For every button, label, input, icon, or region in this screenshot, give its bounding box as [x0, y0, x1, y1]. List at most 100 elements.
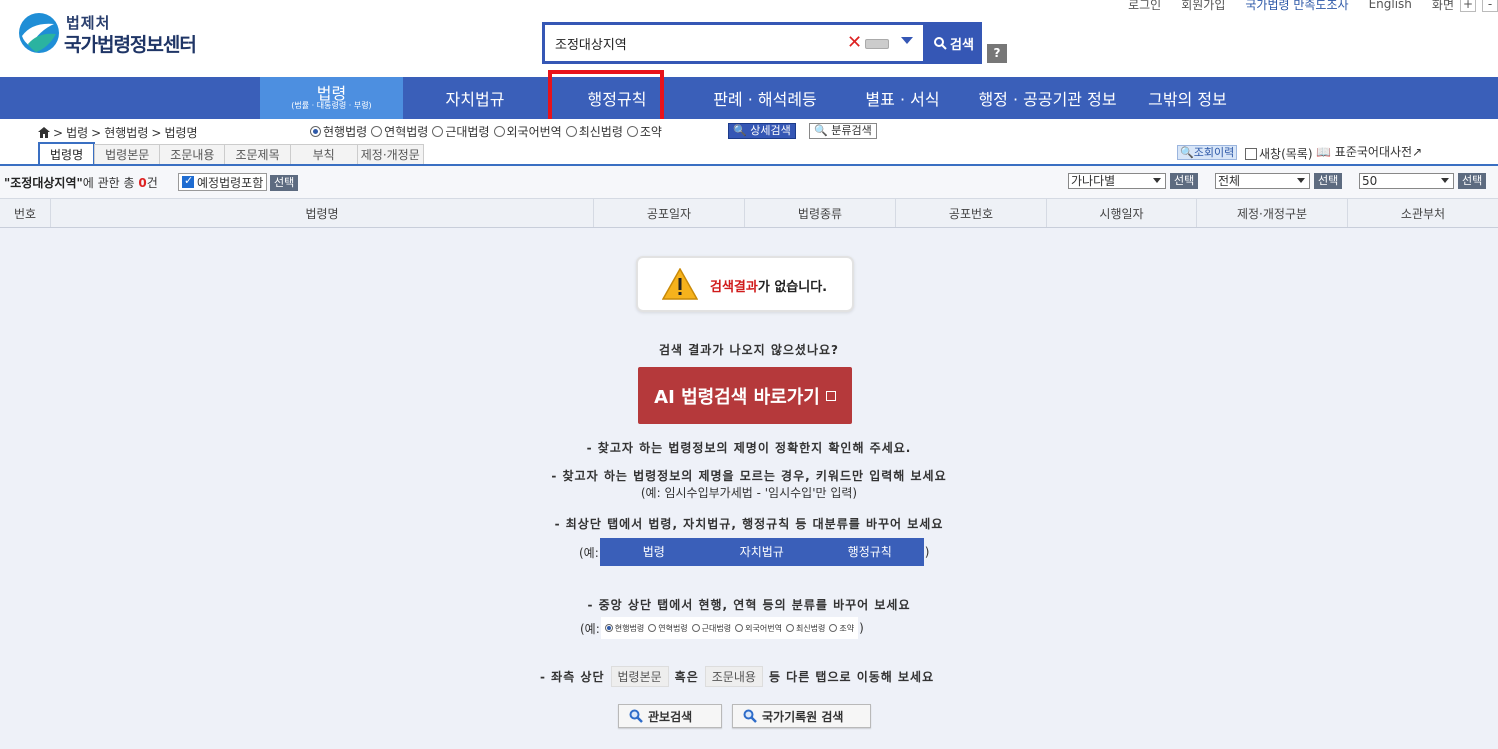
breadcrumb-item[interactable]: 법령: [66, 124, 88, 141]
header: 법제처 국가법령정보센터 로그인 회원가입 국가법령 만족도조사 English…: [0, 0, 1498, 77]
example-open: (예:: [580, 621, 600, 636]
login-link[interactable]: 로그인: [1128, 0, 1161, 13]
scope-select-button[interactable]: 선택: [1314, 173, 1343, 189]
result-bar: "조정대상지역"에 관한 총 0건 예정법령포함 선택 가나다별 선택 전체 선…: [0, 166, 1498, 198]
radio-label: 현행법령: [614, 623, 645, 633]
example-radio: 연혁법령: [648, 623, 688, 634]
signup-link[interactable]: 회원가입: [1181, 0, 1225, 13]
example-radio: 조약: [829, 623, 854, 634]
screen-label: 화면: [1431, 0, 1454, 12]
keyboard-icon[interactable]: [865, 39, 889, 49]
logo-mark-icon: [19, 13, 59, 53]
tip-4-example: (예: 현행법령 연혁법령 근대법령 외국어번역 최신법령 조약 ): [580, 617, 864, 639]
tab-law-body[interactable]: 법령본문: [94, 144, 161, 164]
col-header[interactable]: 시행일자: [1047, 199, 1197, 227]
help-button[interactable]: ?: [987, 44, 1007, 63]
empty-result-content: 검색결과가 없습니다. 검색 결과가 나오지 않으셨나요? AI 법령검색 바로…: [0, 229, 1498, 749]
nav-item-precedents[interactable]: 판례 · 해석례등: [690, 77, 840, 119]
col-header[interactable]: 공포번호: [896, 199, 1047, 227]
tab-enactment[interactable]: 제정·개정문: [356, 144, 424, 164]
zoom-in-button[interactable]: +: [1460, 0, 1476, 12]
history-label: 조회이력: [1193, 146, 1235, 159]
radio-modern[interactable]: 근대법령: [432, 123, 490, 140]
ai-search-label: AI 법령검색 바로가기: [654, 386, 820, 408]
radio-dot: [691, 624, 700, 632]
nav-item-other-info[interactable]: 그밖의 정보: [1135, 77, 1240, 119]
new-window-checkbox[interactable]: 새창(목록): [1245, 145, 1313, 162]
include-select-button[interactable]: 선택: [270, 175, 299, 191]
tab-addenda[interactable]: 부칙: [289, 144, 358, 164]
breadcrumb-item[interactable]: 현행법령: [104, 124, 148, 141]
detail-search-label: 상세검색: [750, 124, 791, 137]
survey-link[interactable]: 국가법령 만족도조사: [1245, 0, 1348, 13]
col-header[interactable]: 법령종류: [745, 199, 896, 227]
breadcrumb-sep: >: [151, 125, 162, 140]
zoom-out-button[interactable]: -: [1482, 0, 1498, 12]
col-header[interactable]: 공포일자: [594, 199, 745, 227]
radio-label: 현행법령: [323, 125, 368, 139]
tab-article-content[interactable]: 조문내용: [159, 144, 226, 164]
nav-item-forms[interactable]: 별표 · 서식: [850, 77, 955, 119]
radio-dot: [785, 624, 794, 632]
col-header[interactable]: 번호: [0, 199, 51, 227]
archive-search-button[interactable]: 국가기록원 검색: [732, 704, 871, 728]
radio-treaty[interactable]: 조약: [626, 123, 662, 140]
radio-current[interactable]: 현행법령: [310, 123, 367, 140]
radio-dot: [371, 126, 383, 137]
include-planned-checkbox[interactable]: 예정법령포함: [178, 173, 268, 191]
scope-select[interactable]: 전체: [1215, 173, 1310, 189]
radio-latest[interactable]: 최신법령: [565, 123, 623, 140]
tip-5-text: 혹은: [674, 670, 699, 684]
no-result-rest: 가 없습니다.: [757, 280, 828, 295]
tip-5-text: - 좌측 상단: [540, 670, 605, 684]
class-search-button[interactable]: 🔍 분류검색: [809, 123, 877, 139]
no-result-highlight: 검색결과: [710, 280, 758, 295]
home-icon[interactable]: [38, 127, 50, 138]
logo[interactable]: 법제처 국가법령정보센터: [18, 12, 208, 56]
nav-item-laws[interactable]: 법령 (법률 · 대통령령 · 부령): [260, 77, 403, 119]
ai-search-button[interactable]: AI 법령검색 바로가기: [638, 367, 852, 424]
col-header[interactable]: 제정·개정구분: [1197, 199, 1348, 227]
result-count: 0: [138, 176, 147, 190]
nav-item-local-laws[interactable]: 자치법규: [410, 77, 540, 119]
example-radio: 외국어번역: [735, 623, 782, 634]
radio-foreign[interactable]: 외국어번역: [493, 123, 562, 140]
per-page-select[interactable]: 50: [1359, 173, 1454, 189]
search-input[interactable]: [555, 33, 835, 53]
tip-5: - 좌측 상단 법령본문 혹은 조문내용 등 다른 탭으로 이동해 보세요: [540, 666, 934, 687]
dictionary-link[interactable]: 📖 표준국어대사전↗: [1316, 143, 1422, 160]
include-planned-label: 예정법령포함: [197, 175, 264, 190]
gazette-search-button[interactable]: 관보검색: [618, 704, 722, 728]
radio-dot: [735, 624, 744, 632]
search-button-label: 검색: [950, 37, 974, 53]
detail-search-button[interactable]: 🔍 상세검색: [728, 123, 796, 139]
archive-search-label: 국가기록원 검색: [762, 709, 844, 724]
breadcrumb: > 법령 > 현행법령 > 법령명: [38, 124, 198, 141]
tip-2-example: (예: 임시수입부가세법 - '임시수입'만 입력): [640, 486, 858, 500]
clear-icon[interactable]: ✕: [847, 34, 863, 52]
tab-law-name[interactable]: 법령명: [38, 142, 96, 165]
chevron-down-icon[interactable]: [901, 37, 913, 44]
english-link[interactable]: English: [1369, 0, 1412, 11]
nav-item-label: 법령: [316, 83, 347, 103]
history-button[interactable]: 🔍조회이력: [1177, 145, 1238, 160]
tab-article-title[interactable]: 조문제목: [224, 144, 291, 164]
example-radio: 최신법령: [785, 623, 825, 634]
external-link-icon: ↗: [1412, 145, 1423, 159]
radio-history[interactable]: 연혁법령: [371, 123, 428, 140]
per-page-select-button[interactable]: 선택: [1458, 173, 1487, 189]
col-header[interactable]: 소관부처: [1348, 199, 1498, 227]
breadcrumb-item[interactable]: 법령명: [164, 124, 197, 141]
sort-select-button[interactable]: 선택: [1170, 173, 1199, 189]
example-tab: 조문내용: [704, 666, 763, 687]
col-header[interactable]: 법령명: [51, 199, 594, 227]
example-radio: 근대법령: [691, 623, 731, 634]
no-result-question: 검색 결과가 나오지 않으셨나요?: [658, 343, 839, 357]
warning-icon: [662, 268, 698, 300]
logo-title: 국가법령정보센터: [64, 34, 197, 56]
search-button[interactable]: 검색: [926, 22, 982, 64]
nav-item-public-info[interactable]: 행정 · 공공기관 정보: [970, 77, 1125, 119]
result-unit: 건: [146, 176, 158, 190]
sort-select[interactable]: 가나다별: [1068, 173, 1166, 189]
main-nav: 법령 (법률 · 대통령령 · 부령) 자치법규 행정규칙 판례 · 해석례등 …: [0, 77, 1498, 119]
